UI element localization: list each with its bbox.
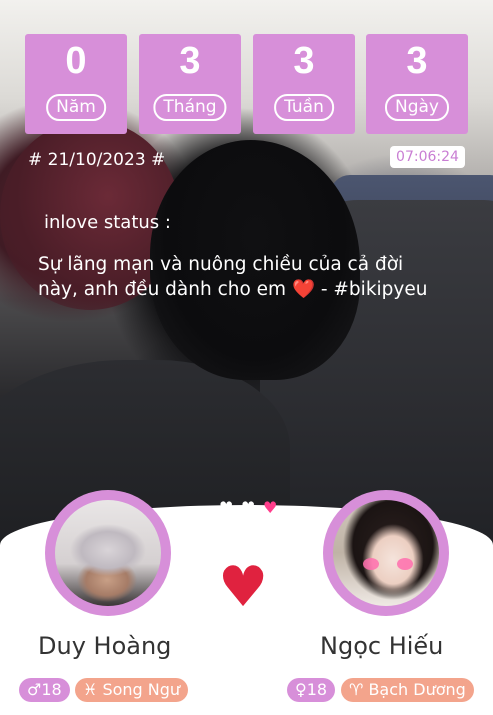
pisces-icon: ♓ [83, 680, 98, 699]
left-avatar-photo [55, 500, 161, 606]
left-age: 18 [41, 680, 62, 699]
right-name: Ngọc Hiếu [320, 632, 444, 660]
left-zodiac: Song Ngư [102, 680, 181, 699]
counter-weeks-value: 3 [293, 40, 315, 82]
right-age: 18 [306, 680, 328, 699]
page-dots: ♥ ♥ ♥ [219, 500, 289, 518]
counter-days-label: Ngày [385, 94, 449, 121]
status-title[interactable]: inlove status : [44, 212, 171, 233]
right-avatar-photo [333, 500, 439, 606]
female-icon: ♀ [295, 680, 307, 699]
right-zodiac: Bạch Dương [368, 680, 466, 699]
left-name: Duy Hoàng [38, 632, 172, 660]
dot-heart-active-icon[interactable]: ♥ [263, 500, 277, 516]
dot-heart-icon[interactable]: ♥ [241, 500, 255, 516]
heart-icon[interactable]: ♥ [218, 560, 268, 616]
counter-years-value: 0 [65, 40, 87, 82]
clock: 07:06:24 [390, 146, 465, 168]
aries-icon: ♈ [349, 680, 364, 699]
counter-months-label: Tháng [153, 94, 227, 121]
counter-weeks: 3 Tuần [253, 34, 355, 134]
left-zodiac-badge: ♓ Song Ngư [75, 678, 189, 702]
counter-months: 3 Tháng [139, 34, 241, 134]
counter-years-label: Năm [46, 94, 106, 121]
counter-weeks-label: Tuần [274, 94, 334, 121]
counter-days-value: 3 [406, 40, 428, 82]
start-date: # 21/10/2023 # [28, 150, 166, 170]
counter-years: 0 Năm [25, 34, 127, 134]
status-text[interactable]: Sự lãng mạn và nuông chiều của cả đời nà… [38, 252, 438, 302]
right-avatar[interactable] [323, 490, 449, 616]
dot-heart-icon[interactable]: ♥ [219, 500, 233, 516]
left-avatar[interactable] [45, 490, 171, 616]
male-icon: ♂ [27, 680, 42, 699]
right-zodiac-badge: ♈ Bạch Dương [341, 678, 474, 702]
right-age-badge: ♀18 [287, 678, 336, 702]
counter-days: 3 Ngày [366, 34, 468, 134]
counter-months-value: 3 [179, 40, 201, 82]
left-age-badge: ♂18 [19, 678, 70, 702]
love-counter: 0 Năm 3 Tháng 3 Tuần 3 Ngày [25, 34, 468, 134]
